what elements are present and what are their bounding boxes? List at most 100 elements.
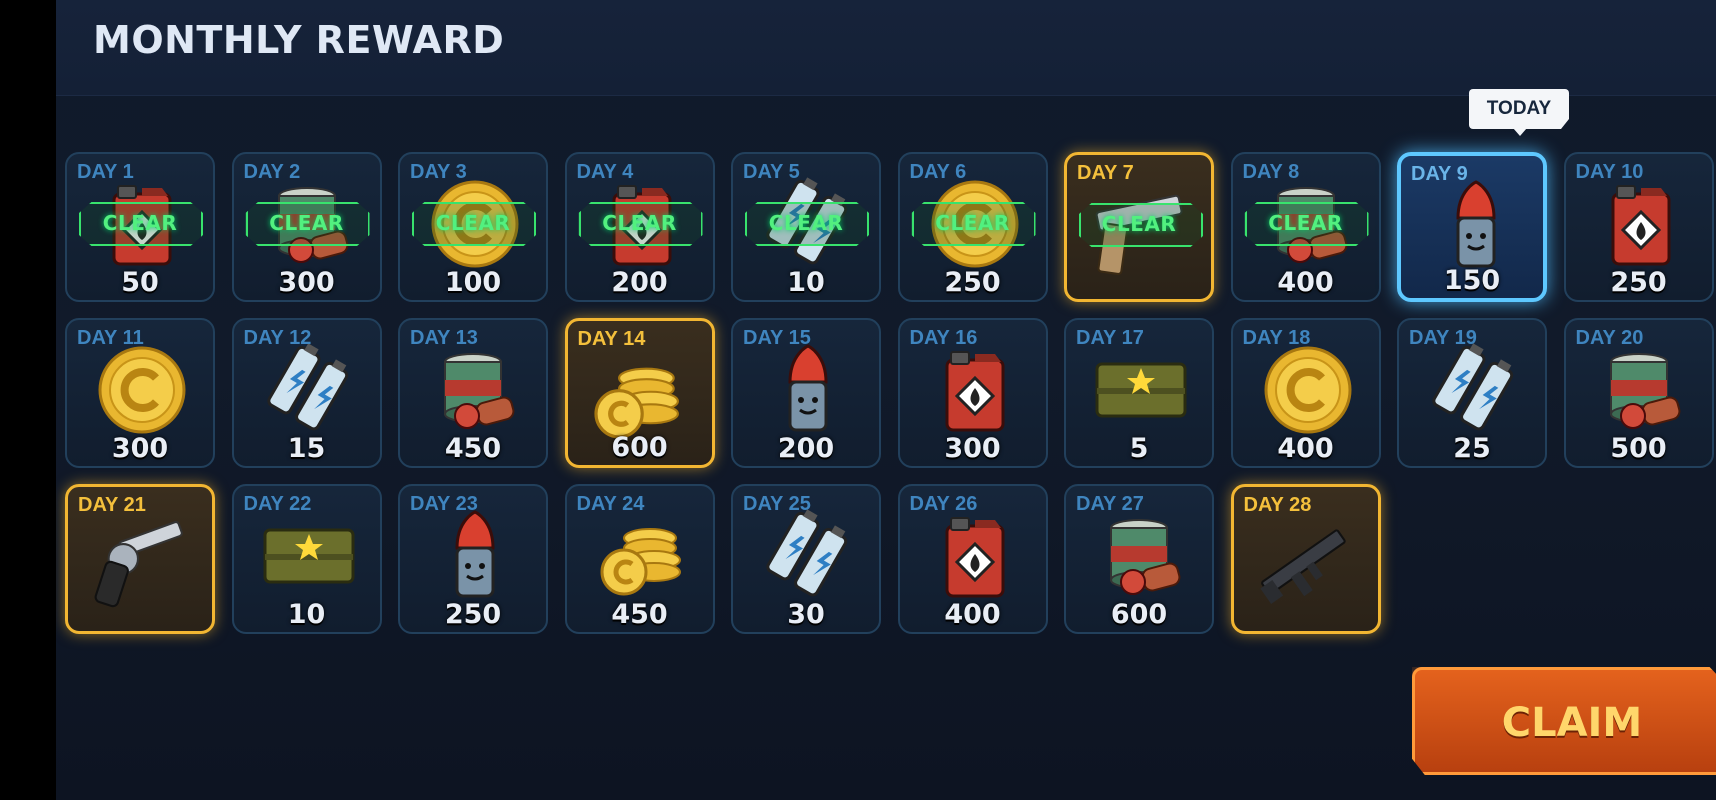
reward-amount: 600 — [1110, 599, 1168, 630]
reward-tile-day-15[interactable]: DAY 15 200 — [731, 318, 881, 468]
reward-tile-day-2[interactable]: DAY 2 300 CLEAR — [231, 152, 382, 302]
reward-tile-day-27[interactable]: DAY 27 600 — [1064, 484, 1214, 634]
reward-tile-day-26[interactable]: DAY 26 400 — [897, 484, 1048, 634]
reward-amount: 600 — [611, 432, 668, 463]
fuel-can-icon — [1593, 176, 1689, 272]
day-label: DAY 2 — [243, 161, 301, 183]
reward-tile-day-25[interactable]: DAY 25 30 — [731, 484, 881, 634]
day-label: DAY 21 — [78, 494, 146, 516]
reward-tile-day-3[interactable]: DAY 3 100 CLEAR — [398, 152, 548, 302]
reward-amount: 250 — [944, 267, 1001, 298]
day-label: DAY 23 — [410, 493, 478, 515]
day-label: DAY 1 — [77, 161, 134, 183]
food-can-icon — [1093, 508, 1189, 604]
reward-tile-day-5[interactable]: DAY 5 10 CLEAR — [731, 152, 881, 302]
day-label: DAY 28 — [1243, 494, 1312, 516]
reward-amount: 200 — [611, 267, 668, 298]
clear-label: CLEAR — [102, 211, 178, 235]
clear-label: CLEAR — [768, 211, 844, 235]
reward-amount: 150 — [1443, 265, 1501, 296]
day-label: DAY 13 — [410, 327, 478, 349]
reward-tile-day-24[interactable]: DAY 24 450 — [564, 484, 715, 634]
day-label: DAY 25 — [743, 493, 811, 515]
reward-tile-day-6[interactable]: DAY 6 250 CLEAR — [897, 152, 1048, 302]
day-label: DAY 8 — [1242, 161, 1300, 183]
reward-tile-day-16[interactable]: DAY 16 300 — [897, 318, 1048, 468]
reward-amount: 10 — [287, 599, 326, 630]
clear-label: CLEAR — [602, 211, 677, 235]
day-label: DAY 11 — [77, 327, 144, 349]
reward-tile-day-9[interactable]: DAY 9 150 — [1397, 152, 1547, 302]
left-black-bar — [0, 0, 56, 800]
claim-button-label: CLAIM — [1501, 700, 1643, 746]
reward-tile-day-1[interactable]: DAY 1 50 CLEAR — [65, 152, 215, 302]
day-label: DAY 4 — [576, 161, 634, 183]
reward-tile-day-20[interactable]: DAY 20 500 — [1563, 318, 1714, 468]
ammo-crate-icon — [1093, 342, 1189, 438]
ammo-crate-icon — [261, 508, 357, 604]
day-label: DAY 12 — [243, 327, 312, 349]
day-label: DAY 10 — [1575, 161, 1644, 183]
reward-amount: 25 — [1453, 433, 1491, 464]
reward-tile-day-18[interactable]: DAY 18 400 — [1230, 318, 1381, 468]
reward-tile-day-17[interactable]: DAY 17 5 — [1064, 318, 1214, 468]
reward-amount: 10 — [787, 267, 825, 298]
reward-tile-day-13[interactable]: DAY 13 450 — [398, 318, 548, 468]
day-label: DAY 9 — [1411, 163, 1468, 185]
reward-tile-day-10[interactable]: DAY 10 250 — [1563, 152, 1714, 302]
bullet-icon — [427, 508, 523, 604]
reward-amount: 400 — [1277, 267, 1334, 298]
clear-label: CLEAR — [1101, 212, 1177, 236]
reward-tile-day-7[interactable]: DAY 7 CLEAR — [1064, 152, 1214, 302]
reward-amount: 5 — [1129, 433, 1149, 464]
reward-tile-day-8[interactable]: DAY 8 400 CLEAR — [1230, 152, 1381, 302]
reward-amount: 400 — [1277, 433, 1334, 464]
reward-tile-day-11[interactable]: DAY 11 300 — [65, 318, 215, 468]
page-title: MONTHLY REWARD — [93, 18, 505, 62]
day-label: DAY 24 — [576, 493, 645, 515]
reward-tile-day-28[interactable]: DAY 28 — [1230, 484, 1381, 634]
food-can-icon — [427, 342, 523, 438]
clear-label: CLEAR — [1268, 211, 1343, 235]
reward-amount: 15 — [287, 433, 326, 464]
reward-amount: 50 — [121, 267, 159, 298]
reward-grid: DAY 1 50 CLEAR DAY 2 300 CLEAR DAY 3 100 CLEAR DA… — [65, 152, 1715, 634]
day-label: DAY 15 — [743, 327, 811, 349]
bullet-icon — [1428, 178, 1524, 274]
today-badge-pointer — [1513, 128, 1527, 136]
day-label: DAY 14 — [577, 328, 646, 350]
assault-rifle-icon — [1253, 513, 1354, 614]
gold-coin-icon — [1260, 342, 1356, 438]
today-badge: TODAY — [1469, 89, 1569, 129]
reward-amount: 300 — [111, 433, 169, 464]
reward-tile-day-14[interactable]: DAY 14 600 — [564, 318, 715, 468]
reward-amount: 300 — [944, 433, 1001, 464]
reward-amount: 500 — [1610, 433, 1667, 464]
day-label: DAY 19 — [1409, 327, 1477, 349]
day-label: DAY 6 — [909, 161, 967, 183]
header-bar: MONTHLY REWARD — [56, 0, 1716, 96]
monthly-reward-screen: MONTHLY REWARD TODAY DAY 1 50 CLEAR DAY 2 30… — [56, 0, 1716, 800]
reward-amount: 30 — [787, 599, 825, 630]
reward-amount: 250 — [1610, 267, 1667, 298]
reward-tile-day-23[interactable]: DAY 23 250 — [398, 484, 548, 634]
food-can-icon — [1593, 342, 1689, 438]
fuel-can-icon — [927, 342, 1023, 438]
reward-tile-day-21[interactable]: DAY 21 — [65, 484, 215, 634]
reward-amount: 450 — [611, 599, 668, 630]
reward-tile-day-4[interactable]: DAY 4 200 CLEAR — [564, 152, 715, 302]
claim-button[interactable]: CLAIM — [1412, 667, 1716, 775]
reward-tile-day-12[interactable]: DAY 12 15 — [231, 318, 382, 468]
day-label: DAY 17 — [1076, 327, 1144, 349]
clear-label: CLEAR — [269, 211, 344, 235]
battery-icon — [760, 508, 856, 604]
gold-coin-icon — [94, 342, 190, 438]
clear-label: CLEAR — [435, 211, 511, 235]
reward-amount: 400 — [944, 599, 1001, 630]
battery-icon — [261, 342, 357, 438]
reward-tile-day-19[interactable]: DAY 19 25 — [1397, 318, 1547, 468]
reward-tile-day-22[interactable]: DAY 22 10 — [231, 484, 382, 634]
day-label: DAY 27 — [1076, 493, 1144, 515]
reward-amount: 100 — [444, 267, 502, 298]
reward-amount: 200 — [777, 433, 835, 464]
